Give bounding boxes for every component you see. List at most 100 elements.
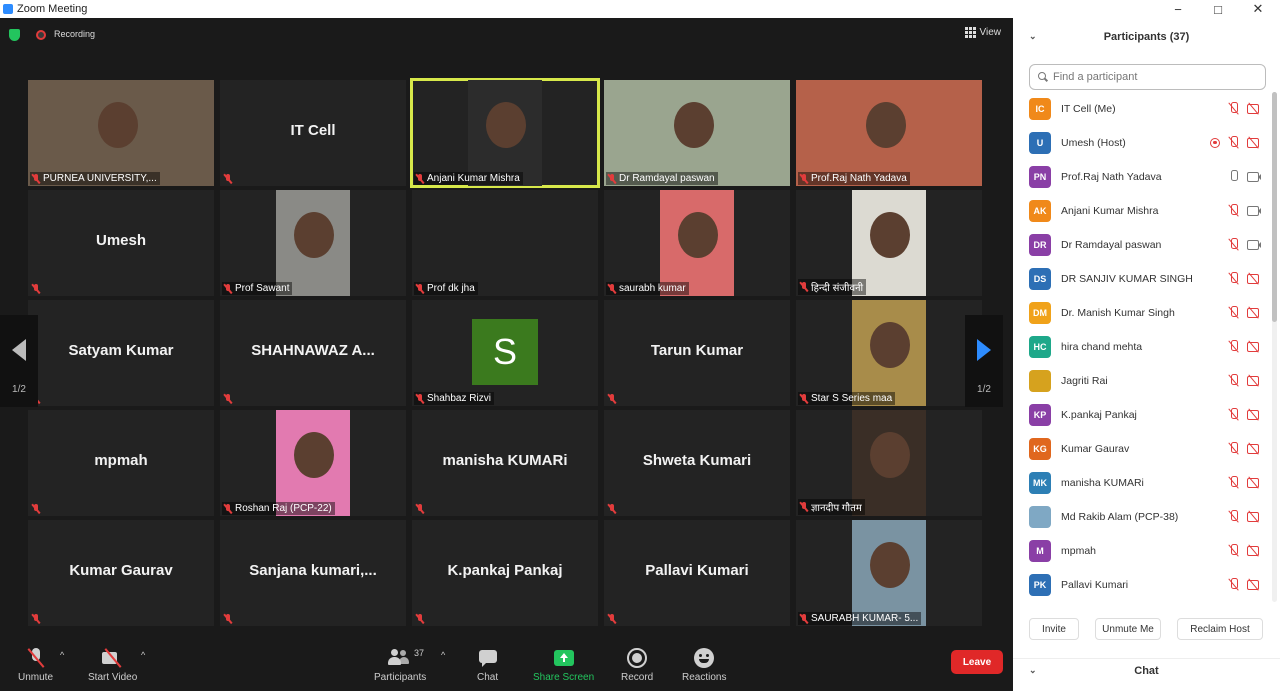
encryption-shield-icon[interactable] — [9, 29, 20, 41]
video-tile[interactable]: Dr Ramdayal paswan — [604, 80, 790, 186]
tile-display-name: Umesh — [95, 232, 147, 249]
tile-caption — [30, 613, 43, 625]
reclaim-host-button[interactable]: Reclaim Host — [1177, 618, 1263, 640]
video-tile[interactable]: SHAHNAWAZ A... — [220, 300, 406, 406]
video-tile[interactable]: S Shahbaz Rizvi — [412, 300, 598, 406]
video-tile[interactable]: Satyam Kumar — [28, 300, 214, 406]
avatar: KG — [1029, 438, 1051, 460]
video-options-caret[interactable]: ^ — [141, 650, 145, 660]
tile-caption — [30, 283, 43, 295]
collapse-chevron-icon[interactable]: ⌄ — [1029, 31, 1037, 42]
participant-video-figure — [870, 542, 910, 588]
video-tile[interactable]: Shweta Kumari — [604, 410, 790, 516]
microphone-muted-icon — [416, 614, 424, 624]
video-tile[interactable]: Roshan Raj (PCP-22) — [220, 410, 406, 516]
participant-search-input[interactable] — [1053, 71, 1253, 83]
participant-search[interactable] — [1029, 64, 1266, 90]
participant-row[interactable]: KG Kumar Gaurav — [1013, 432, 1271, 466]
participant-name: hira chand mehta — [1061, 341, 1143, 353]
tile-display-name: SHAHNAWAZ A... — [251, 342, 375, 359]
video-tile[interactable]: K.pankaj Pankaj — [412, 520, 598, 626]
participant-list-scrollbar[interactable] — [1272, 92, 1277, 602]
video-tile[interactable]: Pallavi Kumari — [604, 520, 790, 626]
participant-video-figure — [866, 102, 906, 148]
participant-status-icons — [1228, 476, 1261, 489]
participant-row[interactable]: U Umesh (Host) — [1013, 126, 1271, 160]
video-feed — [660, 190, 734, 296]
tile-caption — [606, 393, 619, 405]
tile-caption: Anjani Kumar Mishra — [414, 172, 523, 185]
video-tile[interactable]: manisha KUMARi — [412, 410, 598, 516]
video-tile[interactable]: Prof.Raj Nath Yadava — [796, 80, 982, 186]
video-tile[interactable]: IT Cell — [220, 80, 406, 186]
participant-row[interactable]: Md Rakib Alam (PCP-38) — [1013, 500, 1271, 534]
participant-row[interactable]: MK manisha KUMARi — [1013, 466, 1271, 500]
minimize-button[interactable]: − — [1158, 0, 1198, 18]
record-icon — [627, 648, 648, 668]
microphone-muted-icon — [800, 502, 808, 512]
camera-off-icon — [101, 648, 124, 668]
share-screen-button[interactable]: Share Screen — [533, 648, 594, 683]
participant-row[interactable]: Jagriti Rai — [1013, 364, 1271, 398]
previous-page-button[interactable]: 1/2 — [0, 315, 38, 407]
participant-row[interactable]: KP K.pankaj Pankaj — [1013, 398, 1271, 432]
reactions-button[interactable]: Reactions — [682, 648, 726, 683]
unmute-button[interactable]: Unmute — [18, 648, 53, 683]
participants-options-caret[interactable]: ^ — [441, 650, 445, 660]
participant-row[interactable]: DS DR SANJIV KUMAR SINGH — [1013, 262, 1271, 296]
chat-section-header[interactable]: ⌄ Chat — [1013, 658, 1280, 682]
tile-name-label: हिन्दी संजीवनी — [811, 283, 864, 294]
avatar: MK — [1029, 472, 1051, 494]
video-tile[interactable]: Umesh — [28, 190, 214, 296]
unmute-me-button[interactable]: Unmute Me — [1095, 618, 1161, 640]
video-tile[interactable]: Anjani Kumar Mishra — [410, 78, 600, 188]
scrollbar-thumb[interactable] — [1272, 92, 1277, 322]
video-tile[interactable]: Star S Series maa — [796, 300, 982, 406]
leave-button[interactable]: Leave — [951, 650, 1003, 674]
participant-status-icons — [1228, 578, 1261, 591]
participant-status-icons — [1210, 136, 1261, 149]
participant-row[interactable]: DM Dr. Manish Kumar Singh — [1013, 296, 1271, 330]
view-button[interactable]: View — [964, 27, 1001, 38]
page-indicator-left: 1/2 — [12, 384, 26, 395]
participants-count: 37 — [414, 648, 425, 658]
video-tile[interactable]: Sanjana kumari,... — [220, 520, 406, 626]
chat-button[interactable]: Chat — [477, 648, 498, 683]
record-button[interactable]: Record — [621, 648, 653, 683]
participant-name: Dr. Manish Kumar Singh — [1061, 307, 1175, 319]
close-button[interactable]: ✕ — [1238, 0, 1278, 18]
participant-row[interactable]: Mmpmah — [1013, 534, 1271, 568]
participant-name: Kumar Gaurav — [1061, 443, 1130, 455]
microphone-muted-icon — [1228, 374, 1239, 387]
video-tile[interactable]: हिन्दी संजीवनी — [796, 190, 982, 296]
invite-button[interactable]: Invite — [1029, 618, 1079, 640]
video-tile[interactable]: ज्ञानदीप गौतम — [796, 410, 982, 516]
start-video-button[interactable]: Start Video — [88, 648, 137, 683]
video-tile[interactable]: PURNEA UNIVERSITY,... — [28, 80, 214, 186]
microphone-muted-icon — [608, 173, 616, 184]
gallery-grid-icon — [964, 27, 976, 38]
participant-row[interactable]: AK Anjani Kumar Mishra — [1013, 194, 1271, 228]
participant-row[interactable]: PN Prof.Raj Nath Yadava — [1013, 160, 1271, 194]
participant-row[interactable]: PK Pallavi Kumari — [1013, 568, 1271, 602]
next-page-button[interactable]: 1/2 — [965, 315, 1003, 407]
tile-display-name: Sanjana kumari,... — [249, 562, 377, 579]
video-tile[interactable]: Prof dk jha — [412, 190, 598, 296]
participants-header: ⌄ Participants (37) — [1013, 18, 1280, 56]
audio-options-caret[interactable]: ^ — [60, 650, 64, 660]
tile-display-name: mpmah — [94, 452, 148, 469]
tile-name-label: Roshan Raj (PCP-22) — [235, 503, 332, 514]
chat-collapse-chevron-icon[interactable]: ⌄ — [1029, 665, 1037, 676]
video-tile[interactable]: SAURABH KUMAR- 5... — [796, 520, 982, 626]
avatar — [1029, 506, 1051, 528]
video-tile[interactable]: Tarun Kumar — [604, 300, 790, 406]
video-tile[interactable]: mpmah — [28, 410, 214, 516]
microphone-muted-icon — [224, 614, 232, 624]
video-tile[interactable]: saurabh kumar — [604, 190, 790, 296]
participant-row[interactable]: DR Dr Ramdayal paswan — [1013, 228, 1271, 262]
participant-row[interactable]: IC IT Cell (Me) — [1013, 92, 1271, 126]
video-tile[interactable]: Kumar Gaurav — [28, 520, 214, 626]
maximize-button[interactable]: □ — [1198, 0, 1238, 18]
video-tile[interactable]: Prof Sawant — [220, 190, 406, 296]
participant-row[interactable]: HC hira chand mehta — [1013, 330, 1271, 364]
